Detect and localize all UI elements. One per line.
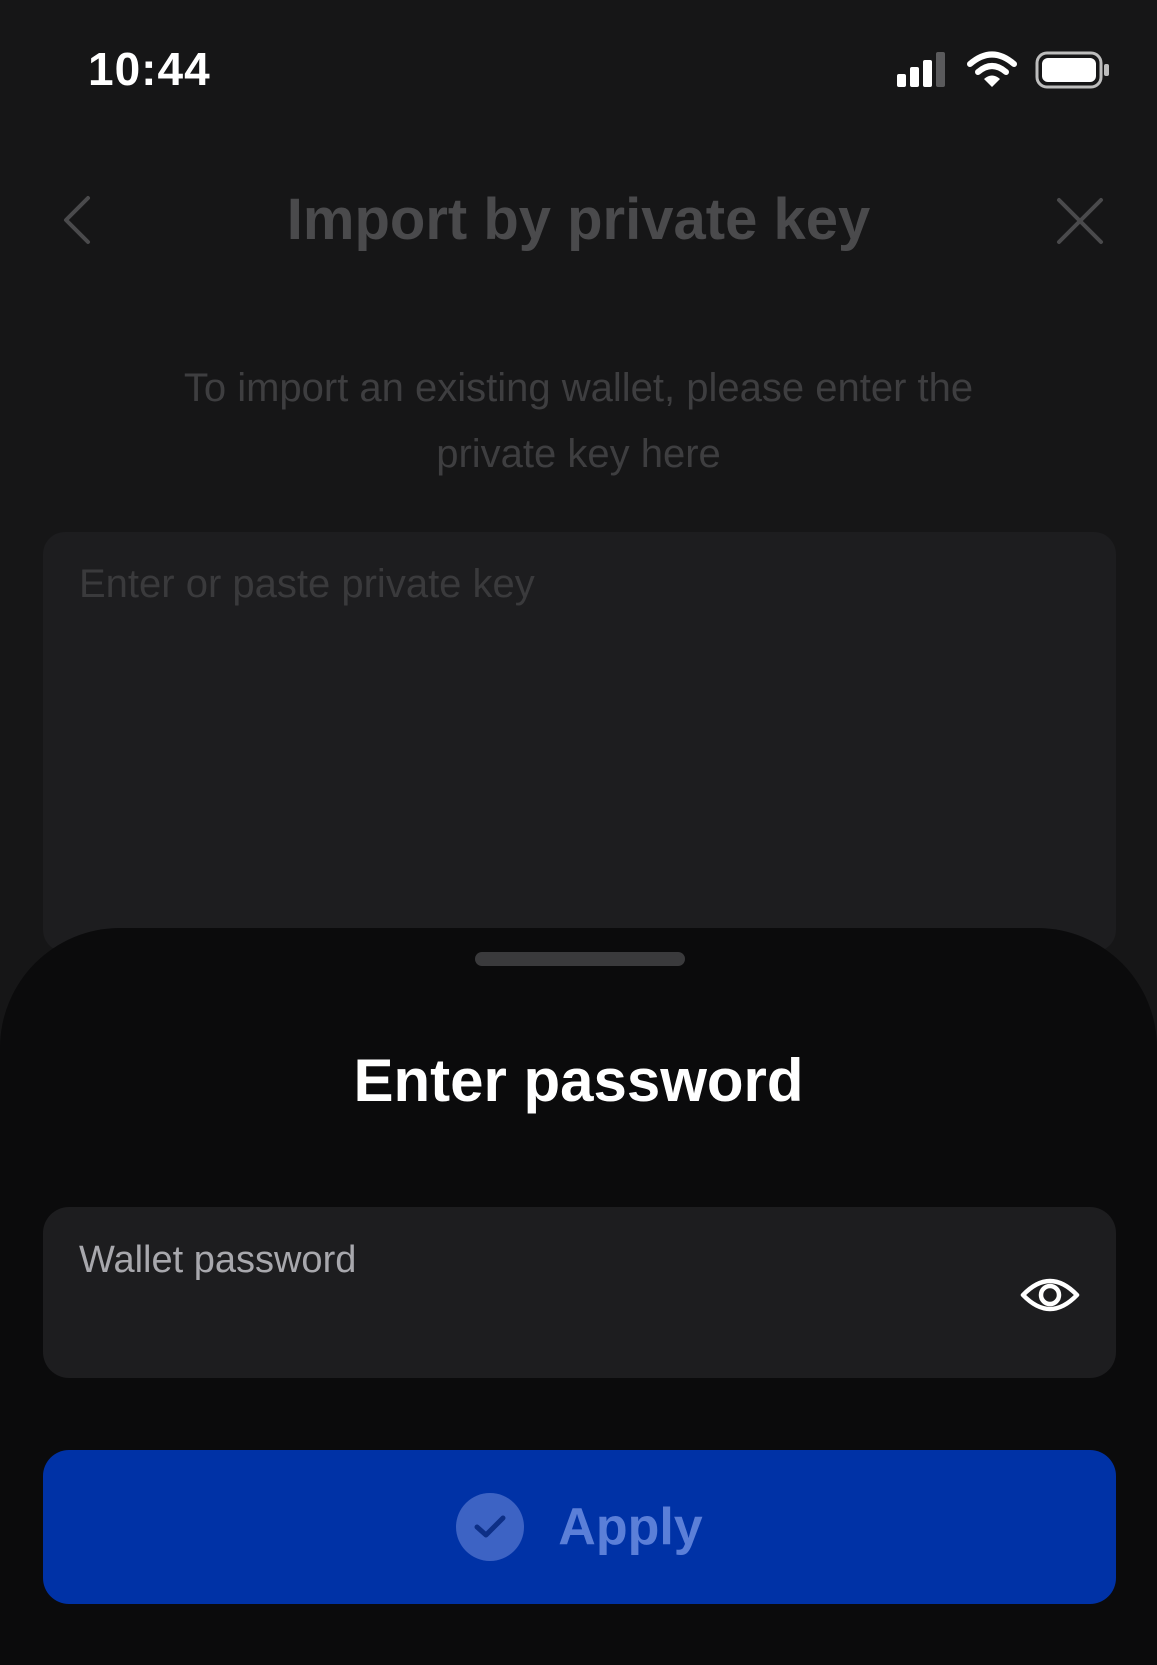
password-bottom-sheet: Enter password Wallet password Apply (0, 928, 1157, 1665)
wallet-password-label: Wallet password (79, 1239, 357, 1281)
page-subtitle: To import an existing wallet, please ent… (110, 355, 1047, 487)
page-title: Import by private key (286, 187, 871, 252)
wifi-icon (967, 51, 1017, 87)
private-key-placeholder: Enter or paste private key (79, 562, 535, 606)
wallet-password-input[interactable] (79, 1299, 983, 1357)
private-key-input[interactable]: Enter or paste private key (43, 532, 1116, 952)
close-icon (1057, 198, 1103, 244)
sheet-drag-handle[interactable] (475, 952, 685, 966)
battery-icon (1035, 51, 1109, 89)
status-bar: 10:44 (0, 0, 1157, 140)
check-circle-icon (456, 1493, 525, 1561)
status-icons (897, 50, 1111, 90)
subtitle-line-2: private key here (436, 432, 721, 476)
status-time: 10:44 (88, 43, 211, 95)
toggle-password-visibility-button[interactable] (1020, 1271, 1080, 1319)
wallet-password-field[interactable]: Wallet password (43, 1207, 1116, 1378)
apply-label: Apply (558, 1498, 703, 1556)
apply-button[interactable]: Apply (43, 1450, 1116, 1604)
subtitle-line-1: To import an existing wallet, please ent… (183, 366, 974, 410)
cellular-signal-icon (897, 52, 945, 87)
eye-icon (1020, 1278, 1080, 1312)
close-button[interactable] (1055, 196, 1105, 246)
sheet-title: Enter password (353, 1047, 804, 1114)
